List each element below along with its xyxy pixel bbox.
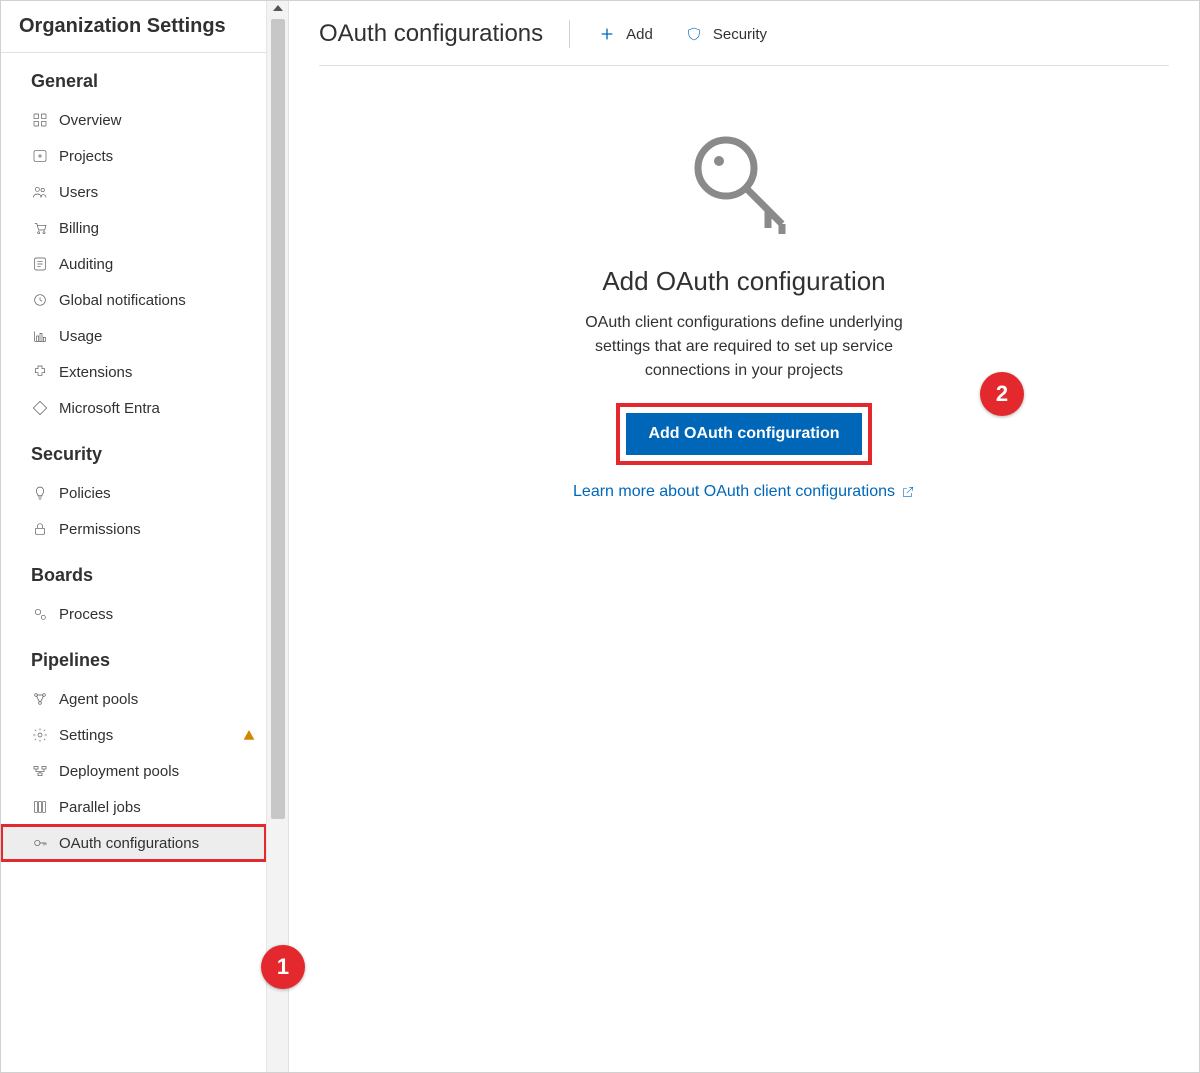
list-icon — [31, 255, 49, 273]
sidebar-item-label: Extensions — [59, 364, 256, 381]
sidebar-item-label: Overview — [59, 112, 256, 129]
callout-highlight-2: Add OAuth configuration — [620, 407, 867, 461]
sidebar-item-global-notifications[interactable]: Global notifications — [1, 282, 266, 318]
sidebar-title: Organization Settings — [1, 1, 266, 53]
cart-icon — [31, 219, 49, 237]
sidebar-item-label: Usage — [59, 328, 256, 345]
group-header-pipelines: Pipelines — [1, 632, 266, 681]
sidebar-item-label: Process — [59, 606, 256, 623]
sidebar-item-label: Users — [59, 184, 256, 201]
scrollbar[interactable] — [266, 1, 288, 1072]
sidebar-item-label: Policies — [59, 485, 256, 502]
group-header-security: Security — [1, 426, 266, 475]
sidebar-item-billing[interactable]: Billing — [1, 210, 266, 246]
sidebar-item-label: Billing — [59, 220, 256, 237]
sidebar-item-label: Projects — [59, 148, 256, 165]
security-button-label: Security — [713, 26, 767, 43]
sidebar-item-process[interactable]: Process — [1, 596, 266, 632]
sidebar-item-settings[interactable]: Settings — [1, 717, 266, 753]
sidebar-item-policies[interactable]: Policies — [1, 475, 266, 511]
learn-more-link[interactable]: Learn more about OAuth client configurat… — [573, 483, 915, 501]
deploy-icon — [31, 762, 49, 780]
sidebar-item-overview[interactable]: Overview — [1, 102, 266, 138]
warning-icon — [242, 728, 256, 742]
plus-icon — [598, 25, 616, 43]
lock-icon — [31, 520, 49, 538]
key-icon — [31, 834, 49, 852]
main-content: OAuth configurations Add Security Add OA… — [289, 1, 1199, 1072]
chart-icon — [31, 327, 49, 345]
nodes-icon — [31, 690, 49, 708]
key-illustration-icon — [684, 126, 804, 246]
group-header-boards: Boards — [1, 547, 266, 596]
sidebar-item-users[interactable]: Users — [1, 174, 266, 210]
gear-icon — [31, 726, 49, 744]
sidebar: Organization Settings General Overview P… — [1, 1, 289, 1072]
parallel-icon — [31, 798, 49, 816]
empty-state-description: OAuth client configurations define under… — [584, 311, 904, 383]
bulb-icon — [31, 484, 49, 502]
external-link-icon — [901, 485, 915, 499]
sidebar-item-label: Settings — [59, 727, 240, 744]
sidebar-item-label: OAuth configurations — [59, 835, 256, 852]
add-button[interactable]: Add — [588, 19, 663, 49]
sidebar-item-label: Deployment pools — [59, 763, 256, 780]
learn-more-label: Learn more about OAuth client configurat… — [573, 483, 895, 501]
page-title: OAuth configurations — [319, 20, 570, 48]
group-header-general: General — [1, 53, 266, 102]
sidebar-item-label: Microsoft Entra — [59, 400, 256, 417]
sidebar-item-projects[interactable]: Projects — [1, 138, 266, 174]
sidebar-item-auditing[interactable]: Auditing — [1, 246, 266, 282]
sidebar-item-microsoft-entra[interactable]: Microsoft Entra — [1, 390, 266, 426]
sidebar-item-label: Permissions — [59, 521, 256, 538]
sidebar-item-label: Auditing — [59, 256, 256, 273]
scroll-thumb[interactable] — [271, 19, 285, 819]
add-button-label: Add — [626, 26, 653, 43]
puzzle-icon — [31, 363, 49, 381]
sidebar-item-label: Agent pools — [59, 691, 256, 708]
empty-state: Add OAuth configuration OAuth client con… — [319, 66, 1169, 1072]
people-icon — [31, 183, 49, 201]
diamond-icon — [31, 399, 49, 417]
sidebar-item-oauth-configurations[interactable]: OAuth configurations — [1, 825, 266, 861]
box-plus-icon — [31, 147, 49, 165]
scroll-up-arrow-icon[interactable] — [273, 5, 283, 11]
sidebar-item-usage[interactable]: Usage — [1, 318, 266, 354]
sidebar-item-permissions[interactable]: Permissions — [1, 511, 266, 547]
sidebar-item-label: Global notifications — [59, 292, 256, 309]
sidebar-item-deployment-pools[interactable]: Deployment pools — [1, 753, 266, 789]
toolbar: OAuth configurations Add Security — [319, 1, 1169, 66]
sidebar-item-agent-pools[interactable]: Agent pools — [1, 681, 266, 717]
empty-state-heading: Add OAuth configuration — [602, 266, 885, 297]
callout-marker-2: 2 — [980, 372, 1024, 416]
add-oauth-configuration-button[interactable]: Add OAuth configuration — [626, 413, 861, 455]
grid-icon — [31, 111, 49, 129]
clock-icon — [31, 291, 49, 309]
security-button[interactable]: Security — [675, 19, 777, 49]
sidebar-item-extensions[interactable]: Extensions — [1, 354, 266, 390]
sidebar-item-parallel-jobs[interactable]: Parallel jobs — [1, 789, 266, 825]
shield-icon — [685, 25, 703, 43]
sidebar-item-label: Parallel jobs — [59, 799, 256, 816]
gears-icon — [31, 605, 49, 623]
